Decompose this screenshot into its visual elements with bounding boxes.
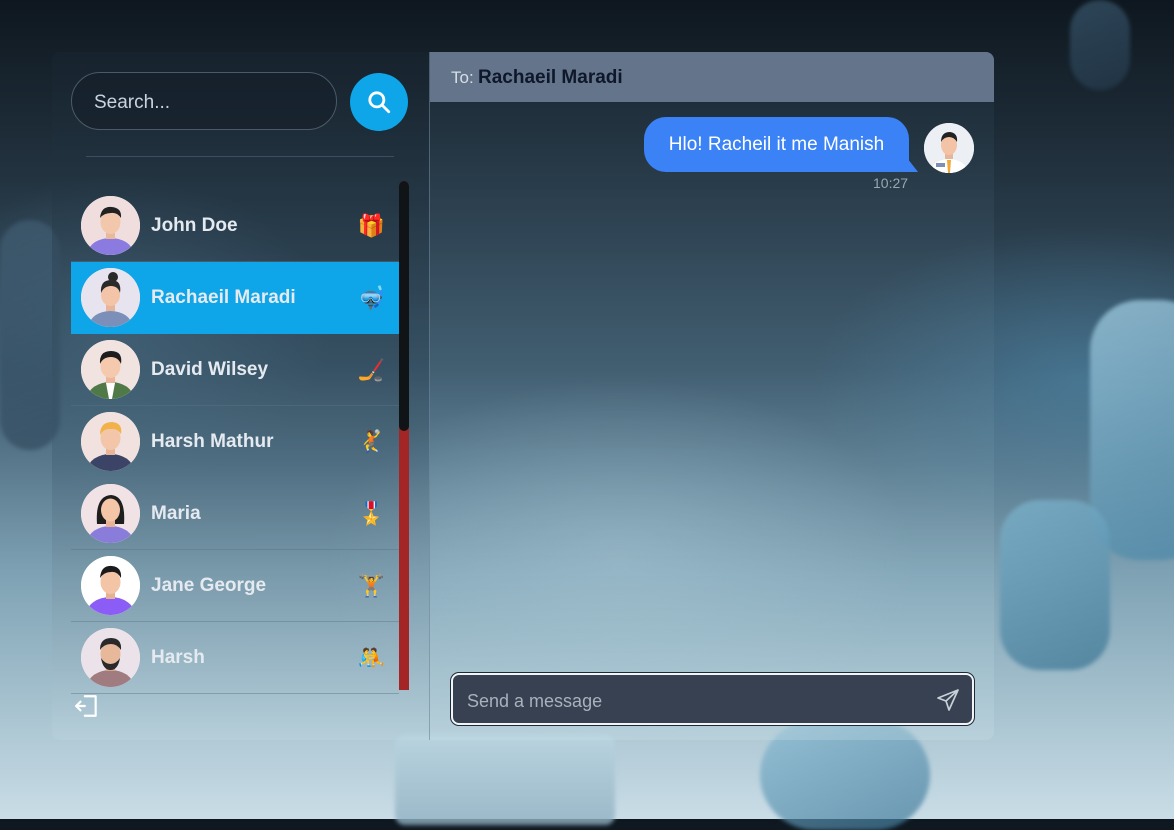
message-text: Hlo! Racheil it me Manish	[668, 133, 885, 155]
wrestling-icon: 🤼	[357, 644, 385, 670]
contact-item-rachaeil-maradi[interactable]: Rachaeil Maradi 🤿	[71, 262, 399, 334]
avatar	[81, 484, 140, 543]
sender-avatar	[924, 123, 974, 173]
avatar	[81, 268, 140, 327]
contact-name: Maria	[151, 502, 201, 524]
send-button[interactable]	[936, 688, 960, 712]
background-shape	[1070, 0, 1130, 90]
contact-name: Rachaeil Maradi	[151, 286, 296, 308]
logout-icon	[75, 695, 97, 717]
contact-item-maria[interactable]: Maria 🎖️	[71, 478, 399, 550]
background-shape	[1000, 500, 1110, 670]
message-bubble-tail	[904, 154, 918, 172]
search-icon	[368, 91, 391, 114]
contact-item-harsh-mathur[interactable]: Harsh Mathur 🤾	[71, 406, 399, 478]
avatar	[81, 340, 140, 399]
avatar	[81, 556, 140, 615]
recipient-name: Rachaeil Maradi	[478, 67, 623, 88]
contact-item-david-wilsey[interactable]: David Wilsey 🏒	[71, 334, 399, 406]
gift-icon: 🎁	[357, 212, 385, 238]
contact-name: Harsh Mathur	[151, 430, 274, 452]
contact-name: Jane George	[151, 574, 267, 596]
background-shape	[395, 735, 615, 825]
avatar	[81, 628, 140, 687]
search-button[interactable]	[350, 73, 408, 131]
message-composer	[451, 673, 974, 725]
hockey-icon: 🏒	[357, 356, 385, 382]
search-input[interactable]	[92, 87, 316, 119]
scrollbar-thumb[interactable]	[399, 181, 409, 431]
contact-item-jane-george[interactable]: Jane George 🏋️	[71, 550, 399, 622]
scrollbar[interactable]	[399, 181, 409, 690]
background-shape	[0, 220, 60, 450]
contact-name: John Doe	[151, 214, 238, 236]
diving-mask-icon: 🤿	[357, 284, 385, 310]
medal-icon: 🎖️	[357, 500, 385, 526]
avatar	[81, 412, 140, 471]
to-label: To:	[451, 68, 474, 87]
send-icon	[937, 689, 959, 711]
message-input[interactable]	[465, 686, 919, 716]
contact-item-john-doe[interactable]: John Doe 🎁	[71, 190, 399, 262]
contact-list: John Doe 🎁 Rachaeil Maradi 🤿 David Wilse…	[71, 190, 399, 694]
contact-item-harsh[interactable]: Harsh 🤼	[71, 622, 399, 694]
chat-header: To: Rachaeil Maradi	[430, 52, 994, 102]
contact-name: Harsh	[151, 646, 205, 668]
message-timestamp: 10:27	[873, 175, 909, 191]
divider	[86, 156, 394, 157]
search-box	[71, 72, 337, 130]
logout-button[interactable]	[74, 693, 100, 719]
weightlifting-icon: 🏋️	[357, 572, 385, 598]
handball-icon: 🤾	[357, 428, 385, 454]
contact-name: David Wilsey	[151, 358, 269, 380]
message-bubble: Hlo! Racheil it me Manish	[644, 117, 909, 172]
avatar	[81, 196, 140, 255]
chat-panel: To: Rachaeil Maradi Hlo! Racheil it me M…	[429, 52, 994, 740]
